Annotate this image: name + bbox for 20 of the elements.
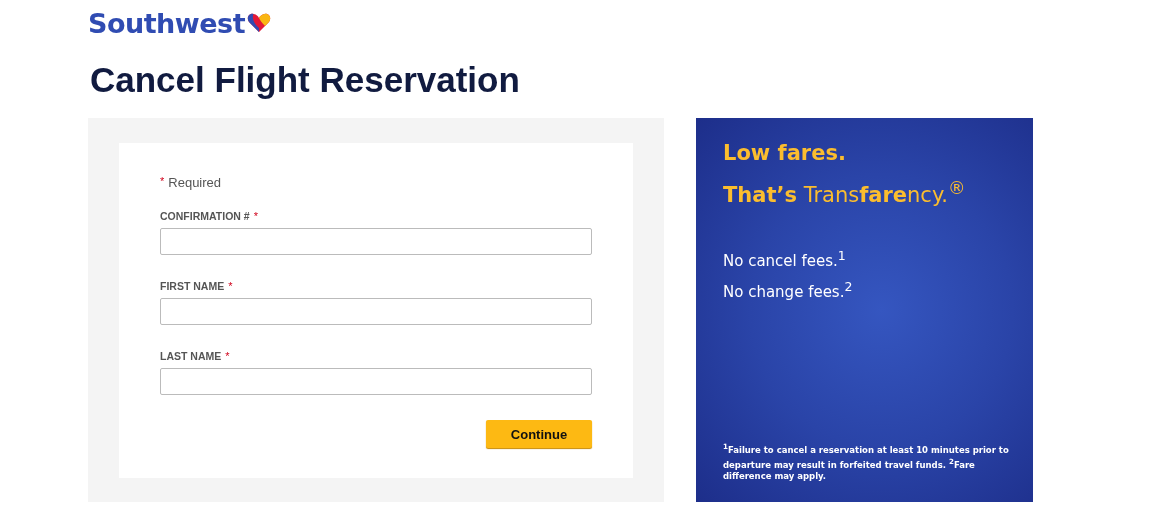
promo-headline: That’s Transfarency.$^{®}$ [723,177,967,209]
required-asterisk: * [228,280,233,292]
promo-headline: Low fares. [723,140,847,167]
field-label: CONFIRMATION # [160,210,250,222]
input-field[interactable] [160,298,592,325]
footnote: $^{1}$Failure to cancel a reservation at least 10 minutes prior to departure may result in forfeited travel funds. $^{2}$Fare difference may apply. [723,441,1010,482]
required-asterisk: * [225,350,230,362]
field-label: LAST NAME [160,350,222,362]
input-field[interactable] [160,228,592,255]
page-title: Cancel Flight Reservation [90,60,521,100]
logo-wordmark[interactable]: Southwest [88,7,246,39]
promo-point: No change fees.$^{2}$ [723,278,854,303]
required-asterisk: * [160,175,165,189]
heart-icon [247,13,272,33]
required-note: Required [168,175,222,190]
field-label: FIRST NAME [160,280,225,292]
required-asterisk: * [253,210,258,222]
promo-point: No cancel fees.$^{1}$ [723,247,847,272]
continue-button[interactable]: Continue [486,420,592,448]
input-field[interactable] [160,368,592,395]
